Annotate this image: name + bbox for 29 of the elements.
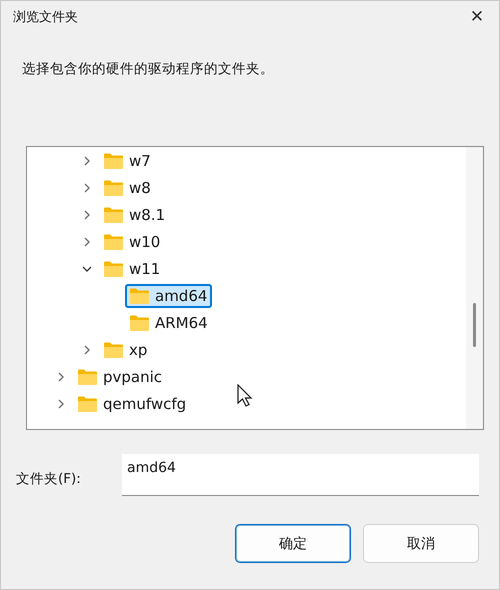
close-button[interactable]: ✕	[465, 7, 489, 27]
folder-icon	[103, 232, 124, 250]
folder-icon	[129, 314, 150, 332]
dialog-button[interactable]: 取消	[363, 524, 479, 563]
window-title: 浏览文件夹	[13, 9, 78, 26]
folder-input-field[interactable]: amd64	[122, 454, 479, 496]
folder-icon	[103, 340, 124, 358]
folder-tree-item[interactable]: w11	[99, 256, 166, 280]
folder-tree-item[interactable]: amd64	[125, 284, 212, 308]
folder-tree-item[interactable]: ARM64	[125, 310, 213, 334]
folder-tree-item[interactable]: w10	[99, 230, 166, 254]
folder-icon	[77, 394, 98, 412]
scrollbar-thumb[interactable]	[473, 303, 476, 347]
mouse-pointer-icon	[237, 384, 253, 408]
folder-icon	[103, 178, 124, 196]
folder-icon	[103, 260, 124, 278]
folder-tree-item[interactable]: qemufwcfg	[73, 392, 192, 416]
folder-tree-item[interactable]: pvpanic	[73, 364, 168, 388]
folder-icon	[129, 286, 150, 304]
instruction-text: 选择包含你的硬件的驱动程序的文件夹。	[22, 60, 275, 79]
folder-tree-item[interactable]: xp	[99, 338, 152, 362]
folder-tree-item[interactable]: w7	[99, 148, 156, 172]
folder-icon	[77, 368, 98, 386]
field-label: 文件夹(F):	[16, 470, 82, 488]
folder-icon	[103, 152, 124, 170]
folder-icon	[103, 206, 124, 224]
dialog-button[interactable]: 确定	[235, 524, 351, 563]
folder-tree-item[interactable]: w8.1	[99, 202, 170, 226]
folder-tree-item[interactable]: w8	[99, 176, 156, 200]
